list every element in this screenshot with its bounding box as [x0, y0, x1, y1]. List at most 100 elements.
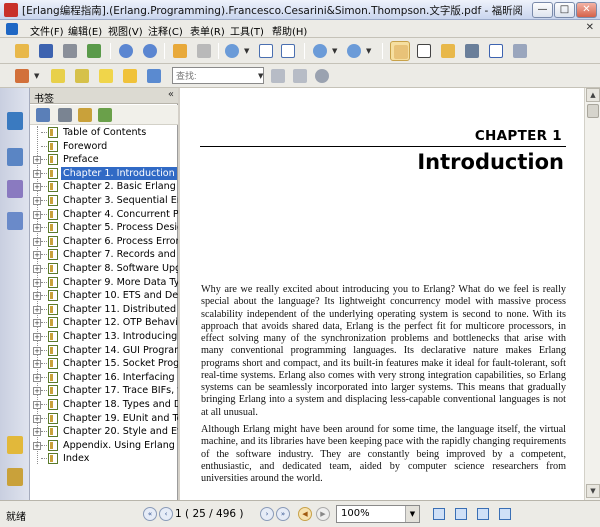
bookmark-item[interactable]: Foreword: [30, 140, 178, 154]
typewriter-button[interactable]: [486, 41, 506, 61]
menu-tools[interactable]: 工具(T): [230, 23, 264, 38]
highlight-tool-button[interactable]: [48, 66, 68, 86]
bookmark-item[interactable]: + Chapter 5. Process Design: [30, 221, 178, 235]
expand-icon[interactable]: +: [33, 292, 41, 301]
bookmark-item[interactable]: + Chapter 4. Concurrent Pro: [30, 208, 178, 222]
last-page-button[interactable]: »: [276, 507, 290, 521]
bookmark-item[interactable]: Table of Contents: [30, 126, 178, 140]
hand-tool-button[interactable]: [390, 41, 410, 61]
expand-icon[interactable]: +: [33, 265, 41, 273]
pages-panel-icon[interactable]: [7, 148, 23, 166]
forward-button[interactable]: [194, 41, 214, 61]
bookmark-item[interactable]: + Chapter 18. Types and Do: [30, 398, 178, 412]
bookmark-item[interactable]: + Chapter 20. Style and Effic: [30, 425, 178, 439]
zoom-plus-button[interactable]: [344, 41, 364, 61]
expand-bookmark-icon[interactable]: [98, 108, 112, 122]
bookmark-item[interactable]: + Chapter 8. Software Upgra: [30, 262, 178, 276]
bookmark-item[interactable]: + Chapter 2. Basic Erlang: [30, 180, 178, 194]
expand-icon[interactable]: +: [33, 346, 41, 355]
open-button[interactable]: [12, 41, 32, 61]
next-page-button[interactable]: [140, 41, 160, 61]
expand-icon[interactable]: +: [33, 183, 41, 192]
expand-icon[interactable]: +: [33, 441, 41, 450]
bookmark-item[interactable]: + Chapter 19. EUnit and Tes: [30, 412, 178, 426]
fit-width-button[interactable]: [278, 41, 298, 61]
zoom-plus-dropdown[interactable]: ▼: [366, 41, 374, 61]
attachments-panel-icon[interactable]: [7, 212, 23, 230]
prev-page-status-button[interactable]: ‹: [159, 507, 173, 521]
scroll-thumb[interactable]: [587, 104, 599, 118]
previous-page-button[interactable]: [116, 41, 136, 61]
bookmark-item[interactable]: + Chapter 15. Socket Progra: [30, 357, 178, 371]
find-next-button[interactable]: [290, 66, 310, 86]
search-input[interactable]: [172, 67, 264, 84]
maximize-button[interactable]: □: [554, 2, 575, 18]
facing-view-button[interactable]: [474, 505, 492, 523]
expand-icon[interactable]: +: [33, 387, 41, 396]
expand-icon[interactable]: +: [33, 251, 41, 260]
zoom-out-dropdown[interactable]: ▼: [332, 41, 340, 61]
comments-panel-icon[interactable]: [7, 436, 23, 454]
zoom-dropdown[interactable]: ▼: [244, 41, 252, 61]
bookmark-item[interactable]: Index: [30, 452, 178, 466]
zoom-out-button[interactable]: [310, 41, 330, 61]
pencil-dropdown[interactable]: ▼: [34, 66, 42, 86]
text-tool-button[interactable]: [96, 66, 116, 86]
history-back-button[interactable]: ◀: [298, 507, 312, 521]
bookmark-item[interactable]: + Chapter 14. GUI Programm: [30, 344, 178, 358]
bookmark-item[interactable]: + Preface: [30, 153, 178, 167]
pencil-tool-button[interactable]: [12, 66, 32, 86]
expand-icon[interactable]: +: [33, 278, 41, 287]
search-options-button[interactable]: [312, 66, 332, 86]
expand-icon[interactable]: +: [33, 210, 41, 219]
bookmark-item[interactable]: + Appendix. Using Erlang: [30, 439, 178, 453]
snapshot-button[interactable]: [510, 41, 530, 61]
expand-icon[interactable]: +: [33, 401, 41, 409]
expand-icon[interactable]: +: [33, 414, 41, 423]
fit-page-button[interactable]: [256, 41, 276, 61]
expand-icon[interactable]: +: [33, 197, 41, 205]
history-forward-button[interactable]: ▶: [316, 507, 330, 521]
bookmark-item[interactable]: + Chapter 12. OTP Behavior: [30, 316, 178, 330]
expand-icon[interactable]: +: [33, 237, 41, 246]
menu-comment[interactable]: 注释(C): [148, 23, 183, 38]
paperclip-icon[interactable]: [7, 468, 23, 486]
bookmark-item[interactable]: + Chapter 10. ETS and Dets: [30, 289, 178, 303]
continuous-view-button[interactable]: [452, 505, 470, 523]
email-button[interactable]: [84, 41, 104, 61]
note-tool-button[interactable]: [120, 66, 140, 86]
zoom-in-button[interactable]: [222, 41, 242, 61]
menu-file[interactable]: 文件(F): [30, 23, 64, 38]
layers-panel-icon[interactable]: [7, 180, 23, 198]
bookmark-item[interactable]: + Chapter 9. More Data Type: [30, 276, 178, 290]
arrow-tool-button[interactable]: [144, 66, 164, 86]
find-previous-button[interactable]: [268, 66, 288, 86]
expand-icon[interactable]: +: [33, 169, 41, 178]
bookmark-options-icon[interactable]: [36, 108, 50, 122]
bookmarks-panel-icon[interactable]: [7, 112, 23, 130]
expand-icon[interactable]: +: [33, 156, 41, 165]
menu-view[interactable]: 视图(V): [108, 23, 143, 38]
scroll-up-button[interactable]: ▲: [586, 88, 600, 102]
expand-icon[interactable]: +: [33, 360, 41, 369]
bookmark-item[interactable]: + Chapter 3. Sequential Erlang: [30, 194, 178, 208]
expand-icon[interactable]: +: [33, 319, 41, 328]
close-button[interactable]: ✕: [576, 2, 597, 18]
bookmark-item[interactable]: + Chapter 16. Interfacing Erl: [30, 371, 178, 385]
menu-edit[interactable]: 编辑(E): [68, 23, 102, 38]
menu-close-icon[interactable]: ✕: [586, 22, 594, 33]
document-menu-icon[interactable]: [6, 23, 18, 35]
first-page-button[interactable]: «: [143, 507, 157, 521]
bookmark-item[interactable]: + Chapter 13. Introducing M: [30, 330, 178, 344]
menu-help[interactable]: 帮助(H): [272, 23, 307, 38]
bookmark-item[interactable]: + Chapter 11. Distributed Pro: [30, 303, 178, 317]
expand-icon[interactable]: +: [33, 305, 41, 314]
search-dropdown[interactable]: ▼: [258, 66, 266, 86]
zoom-select[interactable]: 100% ▼: [336, 505, 420, 523]
page-indicator[interactable]: 1 ( 25 / 496 ): [175, 506, 255, 523]
expand-icon[interactable]: +: [33, 428, 41, 437]
textbox-tool-button[interactable]: [72, 66, 92, 86]
menu-form[interactable]: 表单(R): [190, 23, 225, 38]
continuous-facing-view-button[interactable]: [496, 505, 514, 523]
vertical-scrollbar[interactable]: ▲ ▼: [584, 88, 600, 500]
